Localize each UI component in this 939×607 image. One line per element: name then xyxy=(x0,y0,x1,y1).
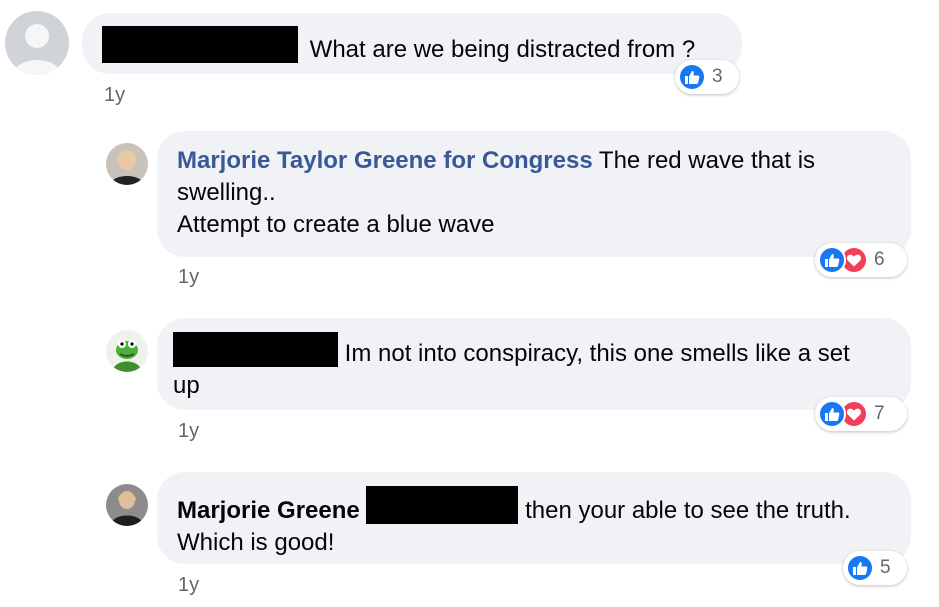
comment-text-line: swelling.. xyxy=(177,179,276,206)
default-avatar-icon[interactable] xyxy=(5,11,69,75)
comment-bubble: What are we being distracted from ? xyxy=(82,13,742,74)
redacted-author-name xyxy=(173,332,338,367)
redacted-author-name xyxy=(102,26,298,63)
comment-bubble: Marjorie Taylor Greene for Congress The … xyxy=(157,131,911,257)
author-avatar[interactable] xyxy=(106,143,148,185)
reaction-count: 3 xyxy=(712,66,723,87)
reaction-count: 5 xyxy=(880,557,891,578)
comment-text-line: Attempt to create a blue wave xyxy=(177,211,495,238)
like-icon xyxy=(678,63,706,91)
comment-text-line: The red wave that is xyxy=(598,147,816,174)
reaction-summary[interactable]: 3 xyxy=(675,60,739,94)
like-icon xyxy=(846,554,874,582)
comment-bubble: Im not into conspiracy, this one smells … xyxy=(157,318,911,410)
reaction-summary[interactable]: 6 xyxy=(815,243,907,277)
reaction-summary[interactable]: 5 xyxy=(843,551,907,585)
comment-text-line: Which is good! xyxy=(177,529,335,556)
comment-timestamp[interactable]: 1y xyxy=(178,420,199,443)
comment-bubble: Marjorie Greene then your able to see th… xyxy=(157,472,911,564)
author-link[interactable]: Marjorie Greene xyxy=(177,497,360,524)
like-icon xyxy=(818,400,846,428)
comment-text-line: Im not into conspiracy, this one smells … xyxy=(344,340,850,367)
reaction-count: 6 xyxy=(874,249,885,270)
redacted-mention xyxy=(366,486,519,524)
author-link[interactable]: Marjorie Taylor Greene for Congress xyxy=(177,147,593,174)
comment-text: What are we being distracted from ? xyxy=(309,36,696,63)
like-icon xyxy=(818,246,846,274)
reaction-summary[interactable]: 7 xyxy=(815,397,907,431)
author-avatar[interactable] xyxy=(106,330,148,372)
comment-text-line: up xyxy=(173,372,200,399)
reaction-count: 7 xyxy=(874,403,885,424)
comment-timestamp[interactable]: 1y xyxy=(104,84,125,107)
comment-text-line: then your able to see the truth. xyxy=(525,497,851,524)
author-avatar[interactable] xyxy=(106,484,148,526)
comment-timestamp[interactable]: 1y xyxy=(178,574,199,597)
comment-timestamp[interactable]: 1y xyxy=(178,266,199,289)
